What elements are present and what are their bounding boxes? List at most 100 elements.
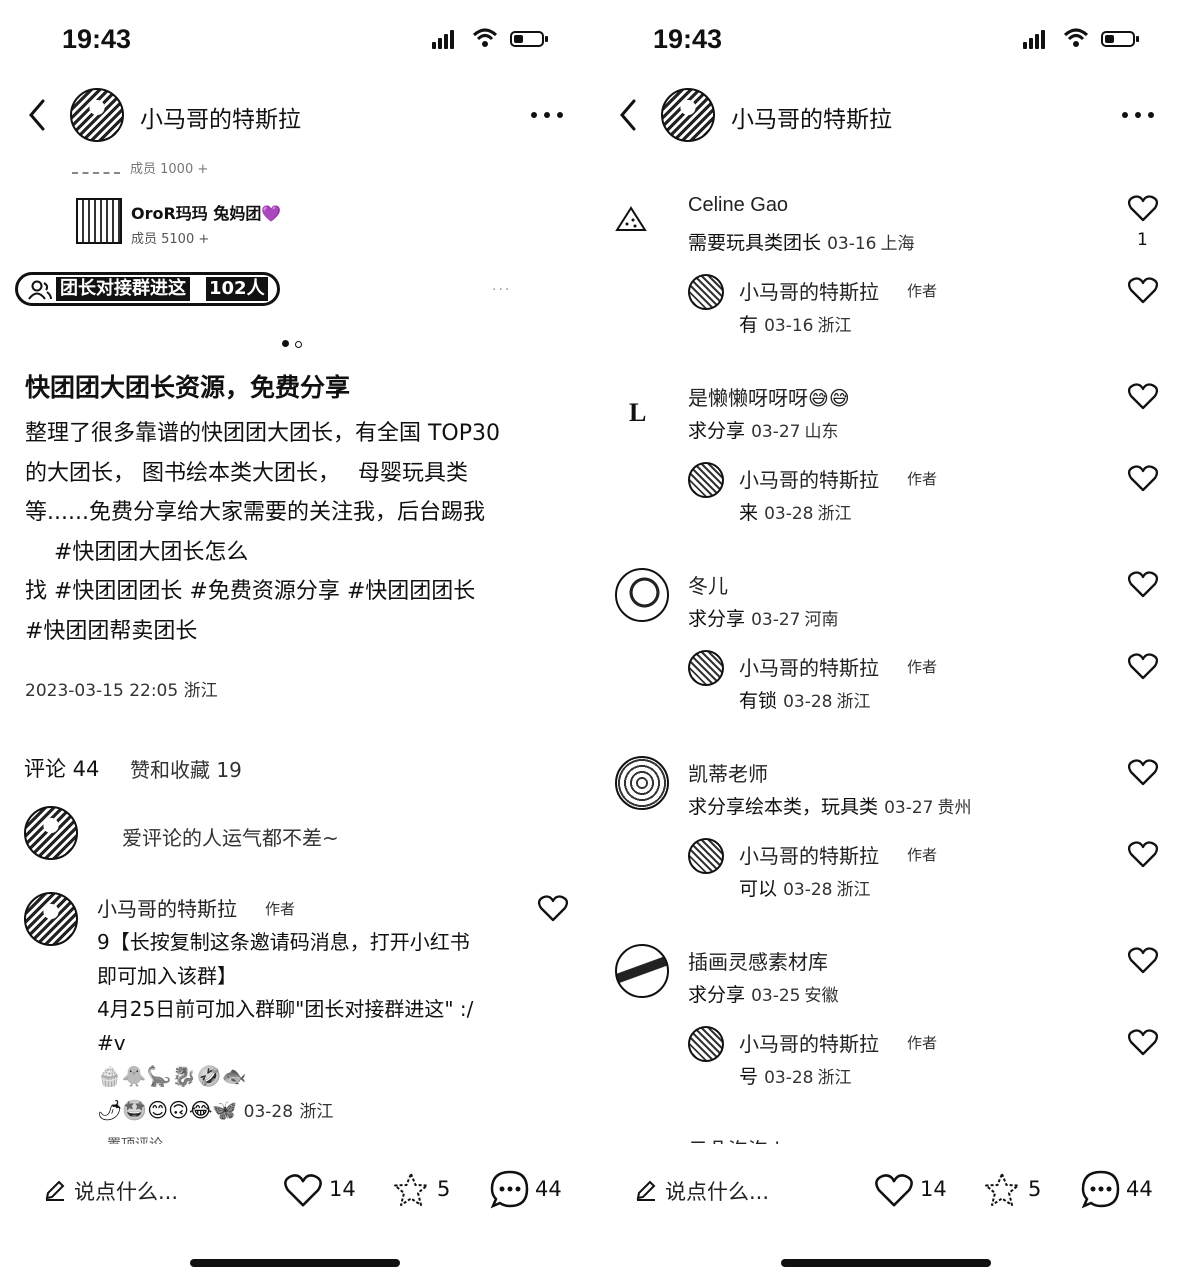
- comment-body: 求分享: [688, 984, 746, 1006]
- comment-text: 需要玩具类团长 03-16 上海: [688, 228, 914, 255]
- heart-icon[interactable]: [1128, 652, 1158, 680]
- heart-icon[interactable]: [1128, 758, 1158, 786]
- battery-icon: [510, 31, 548, 47]
- commenter-avatar[interactable]: [615, 756, 669, 810]
- reply-avatar[interactable]: [688, 1026, 724, 1062]
- status-time: 19:43: [653, 24, 723, 54]
- post-body-line[interactable]: 找 #快团团团长 #免费资源分享 #快团团团长: [25, 572, 570, 612]
- commenter-avatar[interactable]: [611, 200, 651, 240]
- reply-author-name[interactable]: 小马哥的特斯拉: [739, 652, 879, 681]
- heart-icon[interactable]: [1128, 946, 1158, 974]
- group-chip[interactable]: 团长对接群进这 102人: [15, 272, 280, 306]
- author-comment-text: 9【长按复制这条邀请码消息，打开小红书 即可加入该群】 4月25日前可加入群聊"…: [97, 926, 473, 1129]
- commenter-name[interactable]: Celine Gao: [688, 194, 788, 217]
- star-icon[interactable]: [983, 1171, 1021, 1209]
- comment-author-name[interactable]: 小马哥的特斯拉: [97, 893, 237, 922]
- heart-icon[interactable]: [1128, 1028, 1158, 1056]
- author-tag: 作者: [907, 846, 938, 864]
- like-icon[interactable]: [875, 1172, 913, 1208]
- post-body: 整理了很多靠谱的快团团大团长，有全国 TOP30 的大团长， 图书绘本类大团长，…: [25, 414, 570, 651]
- reply-text: 有 03-16 浙江: [739, 310, 851, 337]
- reply-body: 有锁: [739, 690, 778, 712]
- comment-location: 山东: [804, 422, 839, 442]
- comment-avatar[interactable]: [24, 892, 78, 946]
- commenter-avatar[interactable]: [615, 944, 669, 998]
- comment-bubble-icon[interactable]: [489, 1169, 531, 1211]
- comment-emoji-line: 🌶🤩😊🙃😂🦋 03-28 浙江: [97, 1097, 334, 1122]
- commenter-avatar[interactable]: L: [629, 398, 646, 428]
- author-avatar[interactable]: [70, 88, 124, 142]
- group-chip-count: 102人: [206, 277, 268, 301]
- letter-l-avatar-icon: L: [629, 398, 647, 427]
- comment-text: 求分享 03-27 河南: [688, 604, 838, 631]
- post-body-line[interactable]: #快团团帮卖团长: [25, 612, 570, 652]
- heart-icon[interactable]: [1128, 194, 1158, 222]
- tab-likes[interactable]: 赞和收藏 19: [130, 754, 242, 783]
- partial-avatar: [72, 156, 120, 174]
- heart-icon[interactable]: [1128, 382, 1158, 410]
- author-tag: 作者: [265, 900, 296, 918]
- heart-icon[interactable]: [1128, 570, 1158, 598]
- comment-date: 03-27: [751, 422, 801, 442]
- post-body-line: 整理了很多靠谱的快团团大团长，有全国 TOP30: [25, 421, 501, 446]
- commenter-name[interactable]: 是懒懒呀呀呀😅😅: [688, 382, 850, 411]
- pinned-label: 置顶评论: [107, 1134, 163, 1144]
- post-body-line: 的大团长， 图书绘本类大团长， 母婴玩具类: [25, 460, 468, 486]
- group-owner-name[interactable]: OroR玛玛 兔妈团💜: [131, 200, 281, 224]
- left-screen: 19:43 小马哥的特斯拉 成员 1000 + OroR玛玛 兔妈团💜 成员 5…: [0, 0, 591, 1280]
- commenter-name[interactable]: 凯蒂老师: [688, 758, 768, 787]
- reply-avatar[interactable]: [688, 838, 724, 874]
- reply-author-name[interactable]: 小马哥的特斯拉: [739, 1028, 879, 1057]
- commenter-name[interactable]: 冬儿: [688, 570, 728, 599]
- commenter-name-partial[interactable]: 云朵泡泡 in: [688, 1134, 793, 1144]
- chevron-left-icon[interactable]: [617, 98, 639, 132]
- status-time: 19:43: [62, 24, 132, 54]
- author-avatar[interactable]: [661, 88, 715, 142]
- heart-icon[interactable]: [1128, 276, 1158, 304]
- reply-author-name[interactable]: 小马哥的特斯拉: [739, 464, 879, 493]
- comment-input[interactable]: 说点什么...: [665, 1176, 769, 1206]
- reply-date: 03-28: [764, 1068, 814, 1088]
- reply-text: 号 03-28 浙江: [739, 1062, 851, 1089]
- comment-body: 求分享: [688, 608, 746, 630]
- reply-author-name[interactable]: 小马哥的特斯拉: [739, 276, 879, 305]
- signal-icon: [1023, 30, 1047, 49]
- commenter-name[interactable]: 插画灵感素材库: [688, 946, 828, 975]
- chevron-left-icon[interactable]: [26, 98, 48, 132]
- comment-input[interactable]: 说点什么...: [74, 1176, 178, 1206]
- tab-comments[interactable]: 评论 44: [24, 753, 99, 783]
- more-dots-icon[interactable]: [530, 110, 564, 120]
- comment-date: 03-27: [751, 610, 801, 630]
- bottom-bar: 说点什么... 14 5 44: [0, 1144, 591, 1280]
- post-date: 2023-03-15 22:05 浙江: [25, 681, 218, 701]
- reply-author-name[interactable]: 小马哥的特斯拉: [739, 840, 879, 869]
- heart-icon[interactable]: [1128, 840, 1158, 868]
- heart-icon[interactable]: [1128, 464, 1158, 492]
- reply-avatar[interactable]: [688, 462, 724, 498]
- heart-icon[interactable]: [538, 894, 568, 922]
- reply-body: 可以: [739, 878, 778, 900]
- post-body-line[interactable]: #快团团大团长怎么: [25, 533, 570, 573]
- author-name[interactable]: 小马哥的特斯拉: [731, 100, 892, 134]
- group-chip-label: 团长对接群进这: [56, 277, 190, 301]
- more-dots-icon[interactable]: [1121, 110, 1155, 120]
- comment-location: 安徽: [804, 986, 839, 1006]
- reply-body: 有: [739, 314, 759, 336]
- partial-member-count: 成员 1000 +: [130, 162, 209, 177]
- right-screen: 19:43 小马哥的特斯拉 Celine Gao 需要玩具类团长 03-16 上海…: [591, 0, 1182, 1280]
- comment-prompt[interactable]: 爱评论的人运气都不差~: [122, 822, 339, 851]
- reply-avatar[interactable]: [688, 274, 724, 310]
- commenter-avatar[interactable]: [615, 568, 669, 622]
- like-icon[interactable]: [284, 1172, 322, 1208]
- comment-bubble-icon[interactable]: [1080, 1169, 1122, 1211]
- star-icon[interactable]: [392, 1171, 430, 1209]
- author-name[interactable]: 小马哥的特斯拉: [140, 100, 301, 134]
- star-count: 5: [437, 1177, 451, 1201]
- comment-body: 求分享: [688, 420, 746, 442]
- reply-avatar[interactable]: [688, 650, 724, 686]
- wifi-icon: [1063, 28, 1089, 47]
- comment-text: 求分享绘本类，玩具类 03-27 贵州: [688, 792, 971, 819]
- signal-icon: [432, 30, 456, 49]
- comment-line: 4月25日前可加入群聊"团长对接群进这" :/: [97, 997, 474, 1021]
- group-owner-avatar[interactable]: [76, 198, 122, 244]
